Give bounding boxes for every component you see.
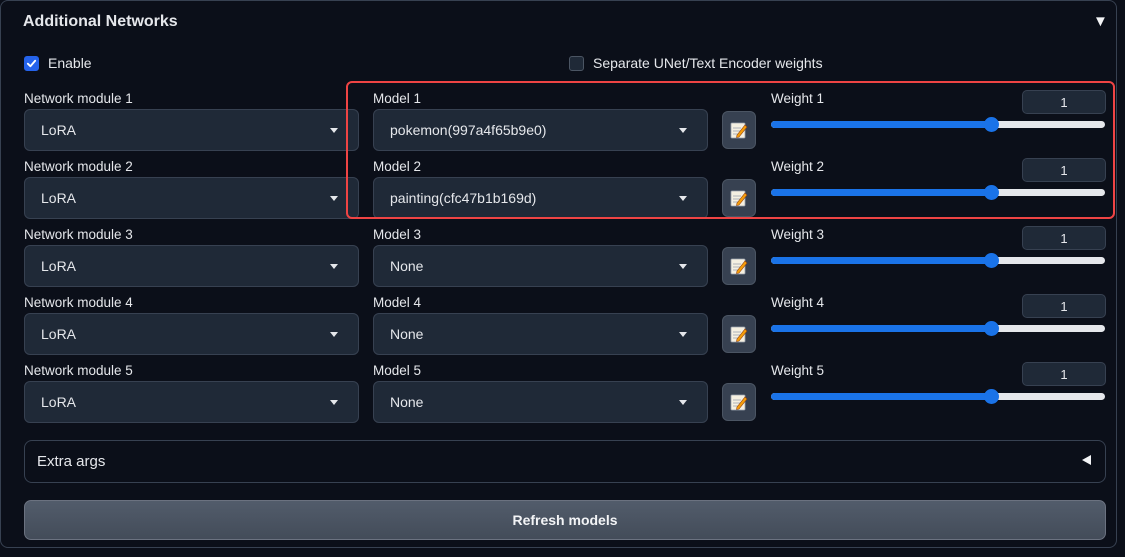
- chevron-down-icon: [330, 196, 338, 201]
- chevron-down-icon: [679, 128, 687, 133]
- slider-fill: [771, 325, 992, 332]
- network-module-value: LoRA: [41, 326, 77, 342]
- model-value: None: [390, 258, 424, 274]
- weight-label: Weight 4: [771, 295, 825, 310]
- separate-weights-label: Separate UNet/Text Encoder weights: [593, 55, 823, 71]
- chevron-down-icon: [330, 128, 338, 133]
- slider-fill: [771, 393, 992, 400]
- edit-model-button[interactable]: [722, 247, 756, 285]
- edit-model-button[interactable]: [722, 383, 756, 421]
- network-module-label: Network module 5: [24, 363, 133, 378]
- memo-pencil-icon: [730, 394, 748, 411]
- slider-thumb[interactable]: [984, 321, 1000, 336]
- weight-slider[interactable]: [771, 389, 1105, 405]
- checkmark-icon: [26, 59, 37, 67]
- weight-label: Weight 5: [771, 363, 825, 378]
- model-dropdown[interactable]: None: [373, 381, 708, 423]
- slider-thumb[interactable]: [984, 185, 1000, 200]
- network-module-value: LoRA: [41, 190, 77, 206]
- model-dropdown[interactable]: pokemon(997a4f65b9e0): [373, 109, 708, 151]
- chevron-down-icon: [330, 332, 338, 337]
- model-value: None: [390, 326, 424, 342]
- memo-pencil-icon: [730, 326, 748, 343]
- weight-number-input[interactable]: 1: [1022, 90, 1106, 114]
- chevron-down-icon: [679, 264, 687, 269]
- network-module-label: Network module 1: [24, 91, 133, 106]
- enable-checkbox[interactable]: [24, 55, 39, 71]
- network-module-label: Network module 2: [24, 159, 133, 174]
- panel-title[interactable]: Additional Networks: [23, 13, 178, 31]
- model-value: pokemon(997a4f65b9e0): [390, 122, 547, 138]
- weight-label: Weight 1: [771, 91, 825, 106]
- network-module-value: LoRA: [41, 394, 77, 410]
- edit-model-button[interactable]: [722, 111, 756, 149]
- memo-pencil-icon: [730, 122, 748, 139]
- model-value: None: [390, 394, 424, 410]
- edit-model-button[interactable]: [722, 315, 756, 353]
- model-value: painting(cfc47b1b169d): [390, 190, 537, 206]
- weight-number-input[interactable]: 1: [1022, 158, 1106, 182]
- network-module-dropdown[interactable]: LoRA: [24, 109, 359, 151]
- chevron-down-icon: [330, 264, 338, 269]
- network-module-dropdown[interactable]: LoRA: [24, 245, 359, 287]
- slider-thumb[interactable]: [984, 117, 1000, 132]
- model-label: Model 4: [373, 295, 422, 310]
- chevron-down-icon: [679, 196, 687, 201]
- weight-slider[interactable]: [771, 117, 1105, 133]
- weight-slider[interactable]: [771, 185, 1105, 201]
- slider-fill: [771, 257, 992, 264]
- chevron-down-icon: [330, 400, 338, 405]
- weight-number-input[interactable]: 1: [1022, 362, 1106, 386]
- weight-label: Weight 2: [771, 159, 825, 174]
- chevron-down-icon: [679, 332, 687, 337]
- weight-label: Weight 3: [771, 227, 825, 242]
- separate-weights-checkbox[interactable]: [569, 55, 584, 71]
- weight-slider[interactable]: [771, 321, 1105, 337]
- network-module-dropdown[interactable]: LoRA: [24, 381, 359, 423]
- weight-number-input[interactable]: 1: [1022, 294, 1106, 318]
- slider-fill: [771, 121, 992, 128]
- slider-thumb[interactable]: [984, 253, 1000, 268]
- extra-args-accordion[interactable]: Extra args: [24, 440, 1106, 483]
- model-dropdown[interactable]: None: [373, 245, 708, 287]
- network-module-label: Network module 3: [24, 227, 133, 242]
- model-dropdown[interactable]: painting(cfc47b1b169d): [373, 177, 708, 219]
- model-label: Model 3: [373, 227, 422, 242]
- network-module-value: LoRA: [41, 258, 77, 274]
- edit-model-button[interactable]: [722, 179, 756, 217]
- model-label: Model 5: [373, 363, 422, 378]
- memo-pencil-icon: [730, 190, 748, 207]
- slider-fill: [771, 189, 992, 196]
- model-dropdown[interactable]: None: [373, 313, 708, 355]
- extra-args-label: Extra args: [37, 453, 106, 470]
- weight-number-input[interactable]: 1: [1022, 226, 1106, 250]
- expand-triangle-icon[interactable]: [1082, 455, 1091, 465]
- weight-slider[interactable]: [771, 253, 1105, 269]
- separate-weights-checkbox-row[interactable]: Separate UNet/Text Encoder weights: [569, 55, 823, 71]
- network-module-dropdown[interactable]: LoRA: [24, 177, 359, 219]
- memo-pencil-icon: [730, 258, 748, 275]
- network-module-label: Network module 4: [24, 295, 133, 310]
- network-module-value: LoRA: [41, 122, 77, 138]
- collapse-triangle-icon[interactable]: ▼: [1093, 13, 1108, 30]
- model-label: Model 2: [373, 159, 422, 174]
- chevron-down-icon: [679, 400, 687, 405]
- enable-label: Enable: [48, 55, 92, 71]
- model-label: Model 1: [373, 91, 422, 106]
- enable-checkbox-row[interactable]: Enable: [24, 55, 92, 71]
- additional-networks-panel: Additional Networks ▼ Enable Separate UN…: [0, 0, 1117, 548]
- network-module-dropdown[interactable]: LoRA: [24, 313, 359, 355]
- refresh-models-button[interactable]: Refresh models: [24, 500, 1106, 540]
- slider-thumb[interactable]: [984, 389, 1000, 404]
